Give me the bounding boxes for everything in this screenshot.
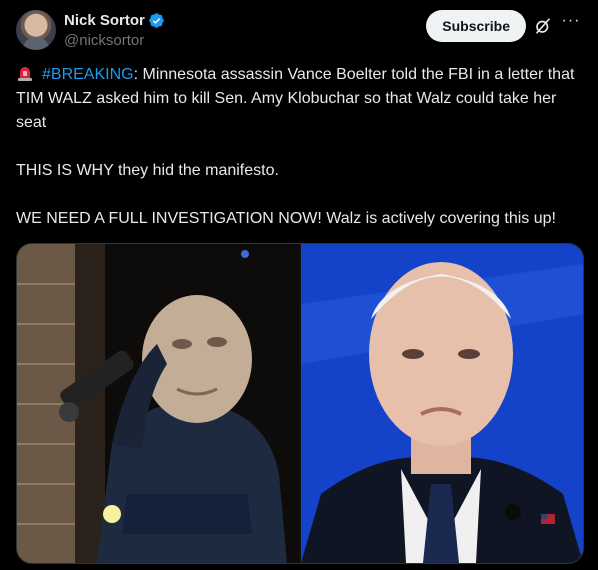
post-text: #BREAKING: Minnesota assassin Vance Boel… [16, 63, 586, 231]
verified-badge-icon [149, 12, 164, 28]
author-block: Nick Sortor @nicksortor [64, 10, 165, 49]
masked-man-photo [17, 244, 299, 563]
post-paragraph-3: WE NEED A FULL INVESTIGATION NOW! Walz i… [16, 210, 556, 227]
more-icon[interactable]: ··· [560, 12, 582, 34]
handle[interactable]: @nicksortor [64, 32, 165, 49]
rotating-light-icon [18, 67, 32, 81]
avatar[interactable] [16, 10, 56, 50]
grok-icon[interactable] [534, 17, 552, 35]
subscribe-button[interactable]: Subscribe [426, 10, 526, 42]
media-grid[interactable] [16, 243, 584, 564]
media-image-right[interactable] [301, 244, 583, 563]
display-name[interactable]: Nick Sortor [64, 12, 145, 29]
man-in-suit-photo [301, 244, 583, 563]
post-paragraph-2: THIS IS WHY they hid the manifesto. [16, 162, 279, 179]
media-image-left[interactable] [17, 244, 299, 563]
post-header: Nick Sortor @nicksortor Subscribe ··· [16, 10, 582, 50]
hashtag-link[interactable]: #BREAKING [42, 66, 134, 83]
